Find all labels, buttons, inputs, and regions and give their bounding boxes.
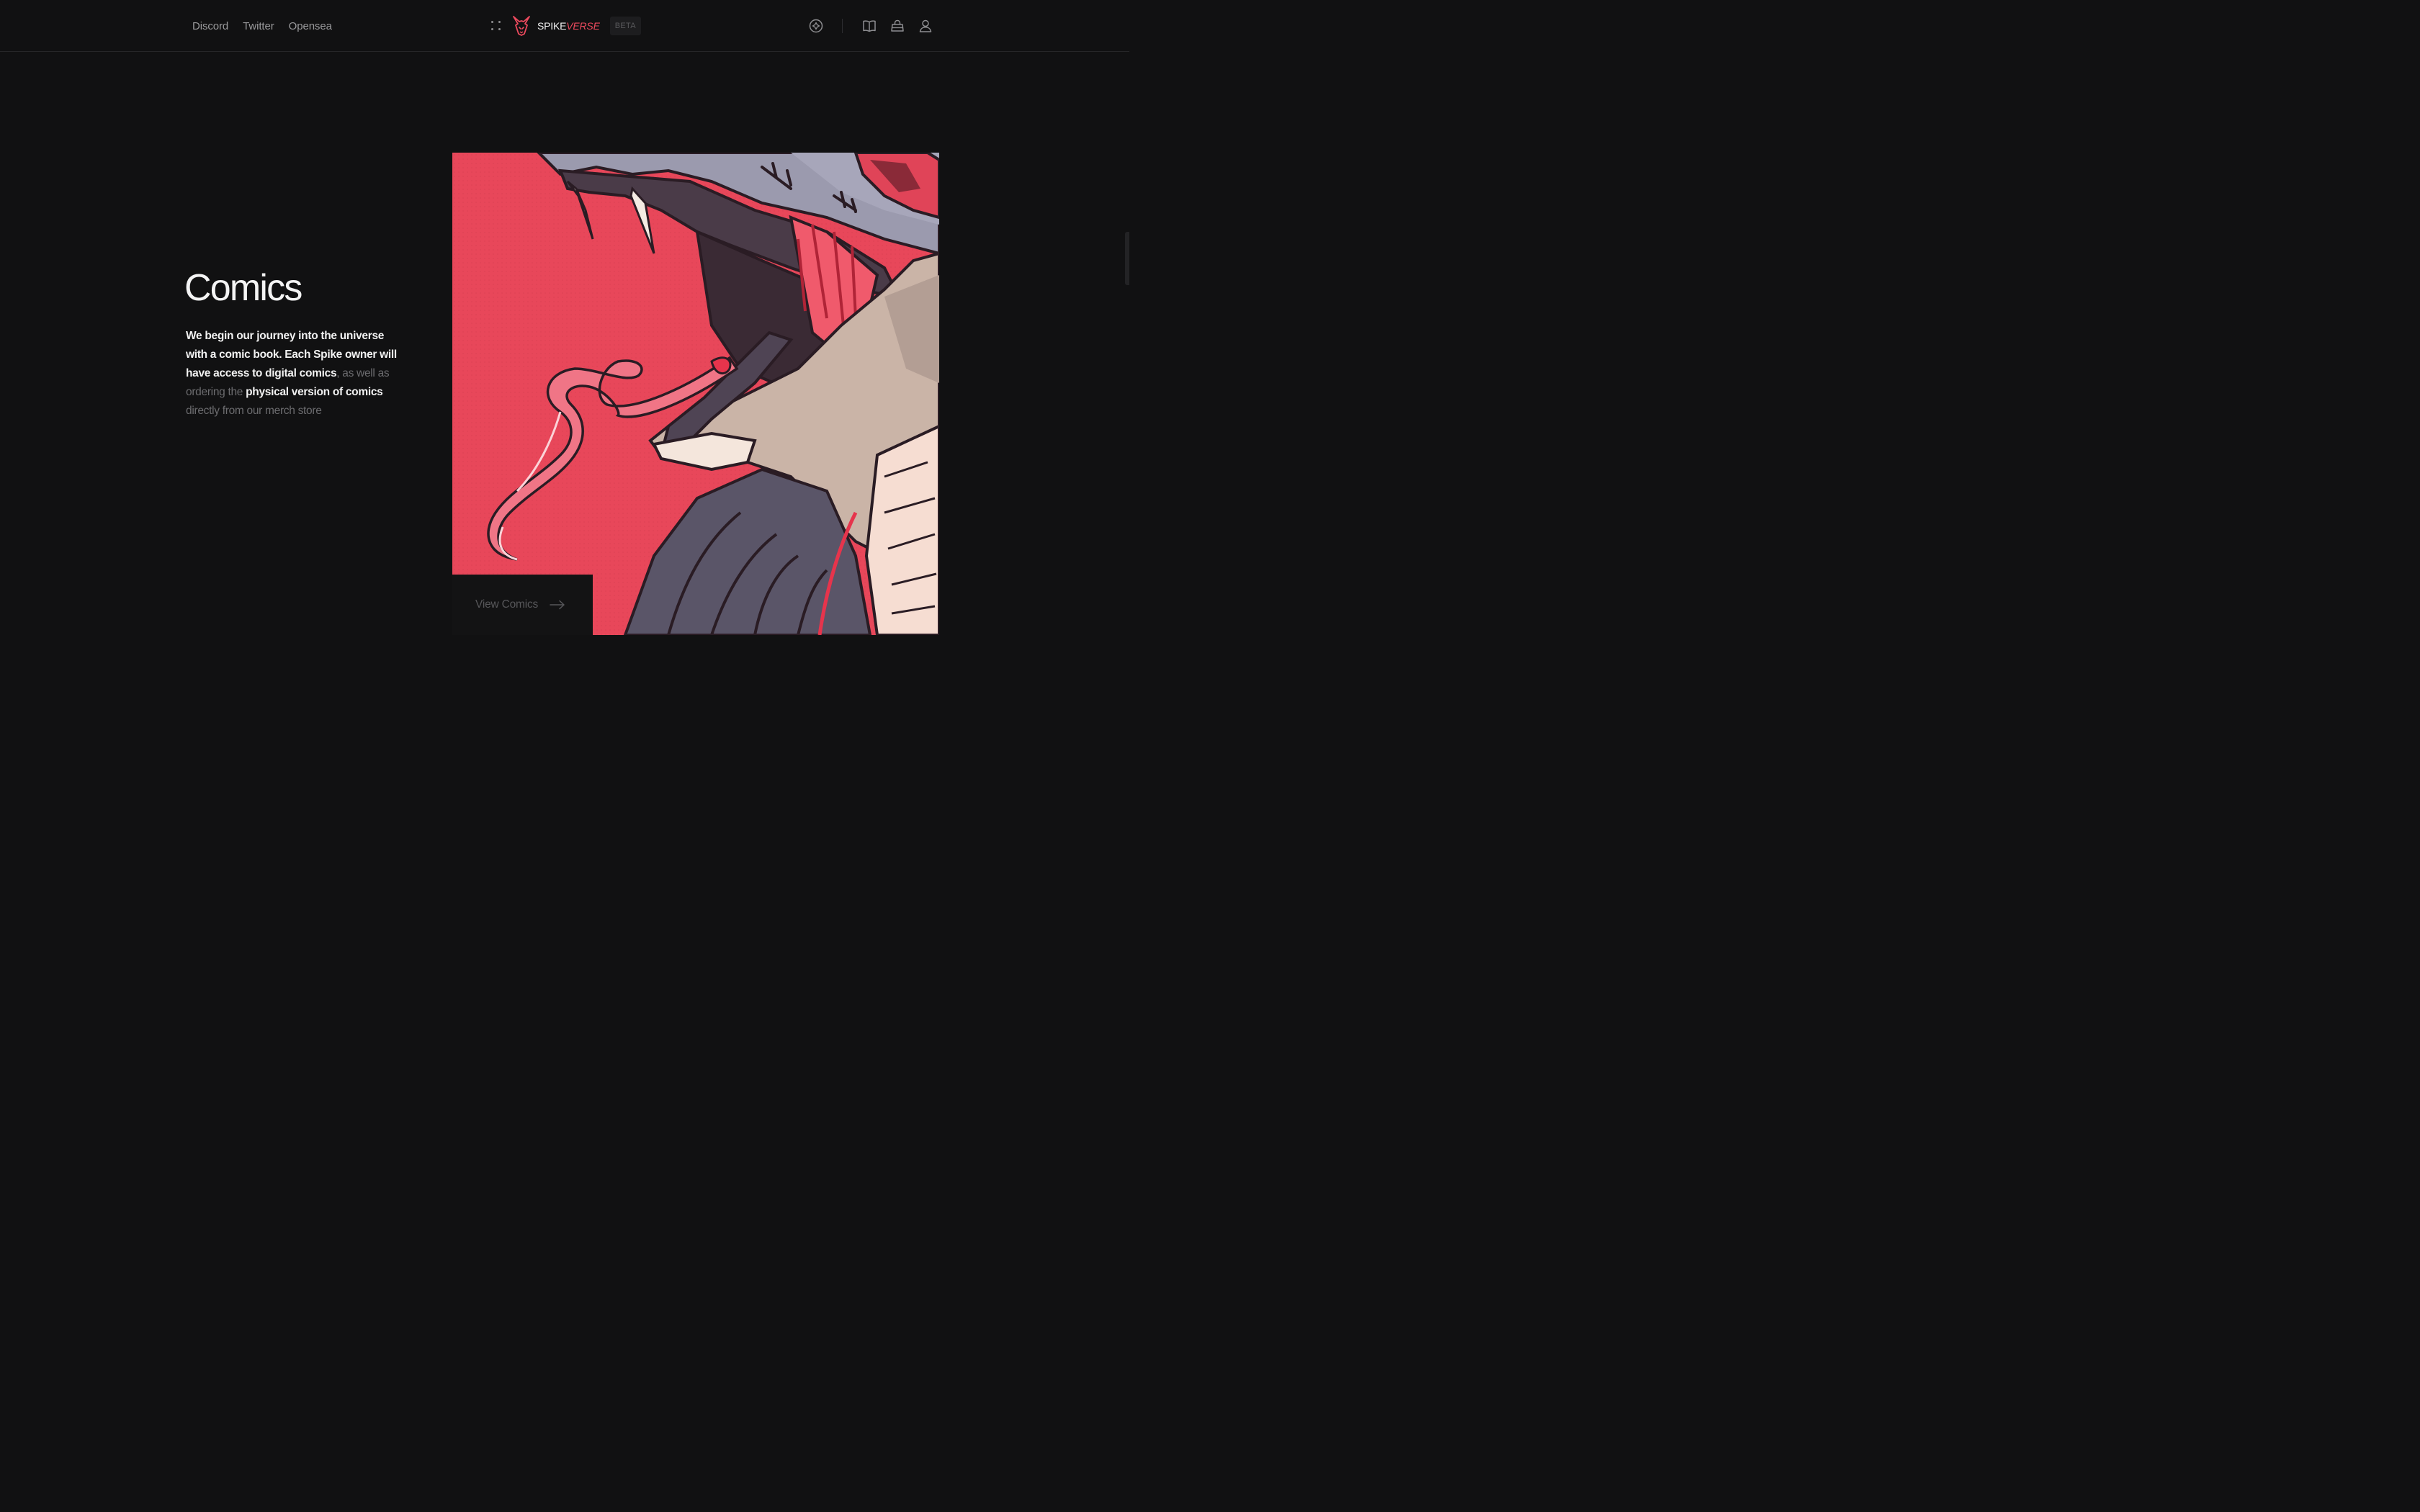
comics-description-muted: directly from our merch store [186, 405, 322, 417]
view-comics-label: View Comics [475, 598, 539, 611]
comics-description: We begin our journey into the universe w… [186, 327, 402, 420]
brand-wordmark[interactable]: SPIKEVERSE [537, 20, 600, 32]
book-icon[interactable] [861, 18, 877, 34]
site-header: Discord Twitter Opensea SPIKEVERSE BETA [0, 0, 1129, 52]
discord-link[interactable]: Discord [192, 20, 228, 32]
comics-title: Comics [184, 267, 302, 309]
compass-icon[interactable] [808, 18, 824, 34]
spike-logo-icon[interactable] [511, 15, 532, 37]
social-nav: Discord Twitter Opensea [192, 0, 332, 52]
brand: SPIKEVERSE BETA [491, 14, 641, 37]
opensea-link[interactable]: Opensea [289, 20, 332, 32]
view-comics-button[interactable]: View Comics [452, 575, 593, 635]
brand-wordmark-verse: VERSE [566, 20, 600, 32]
comic-creature-illustration [452, 153, 939, 635]
comics-description-highlight: physical version of comics [246, 386, 383, 398]
grid-menu-icon[interactable] [491, 21, 501, 31]
scrollbar-thumb[interactable] [1125, 232, 1129, 285]
shopping-bag-icon[interactable] [889, 18, 905, 34]
comics-artwork [452, 153, 939, 635]
twitter-link[interactable]: Twitter [243, 20, 274, 32]
arrow-right-icon [550, 600, 565, 610]
beta-badge: BETA [609, 17, 641, 35]
header-divider [842, 19, 843, 33]
brand-wordmark-spike: SPIKE [537, 20, 567, 32]
header-actions [808, 0, 933, 52]
user-icon[interactable] [918, 18, 933, 34]
